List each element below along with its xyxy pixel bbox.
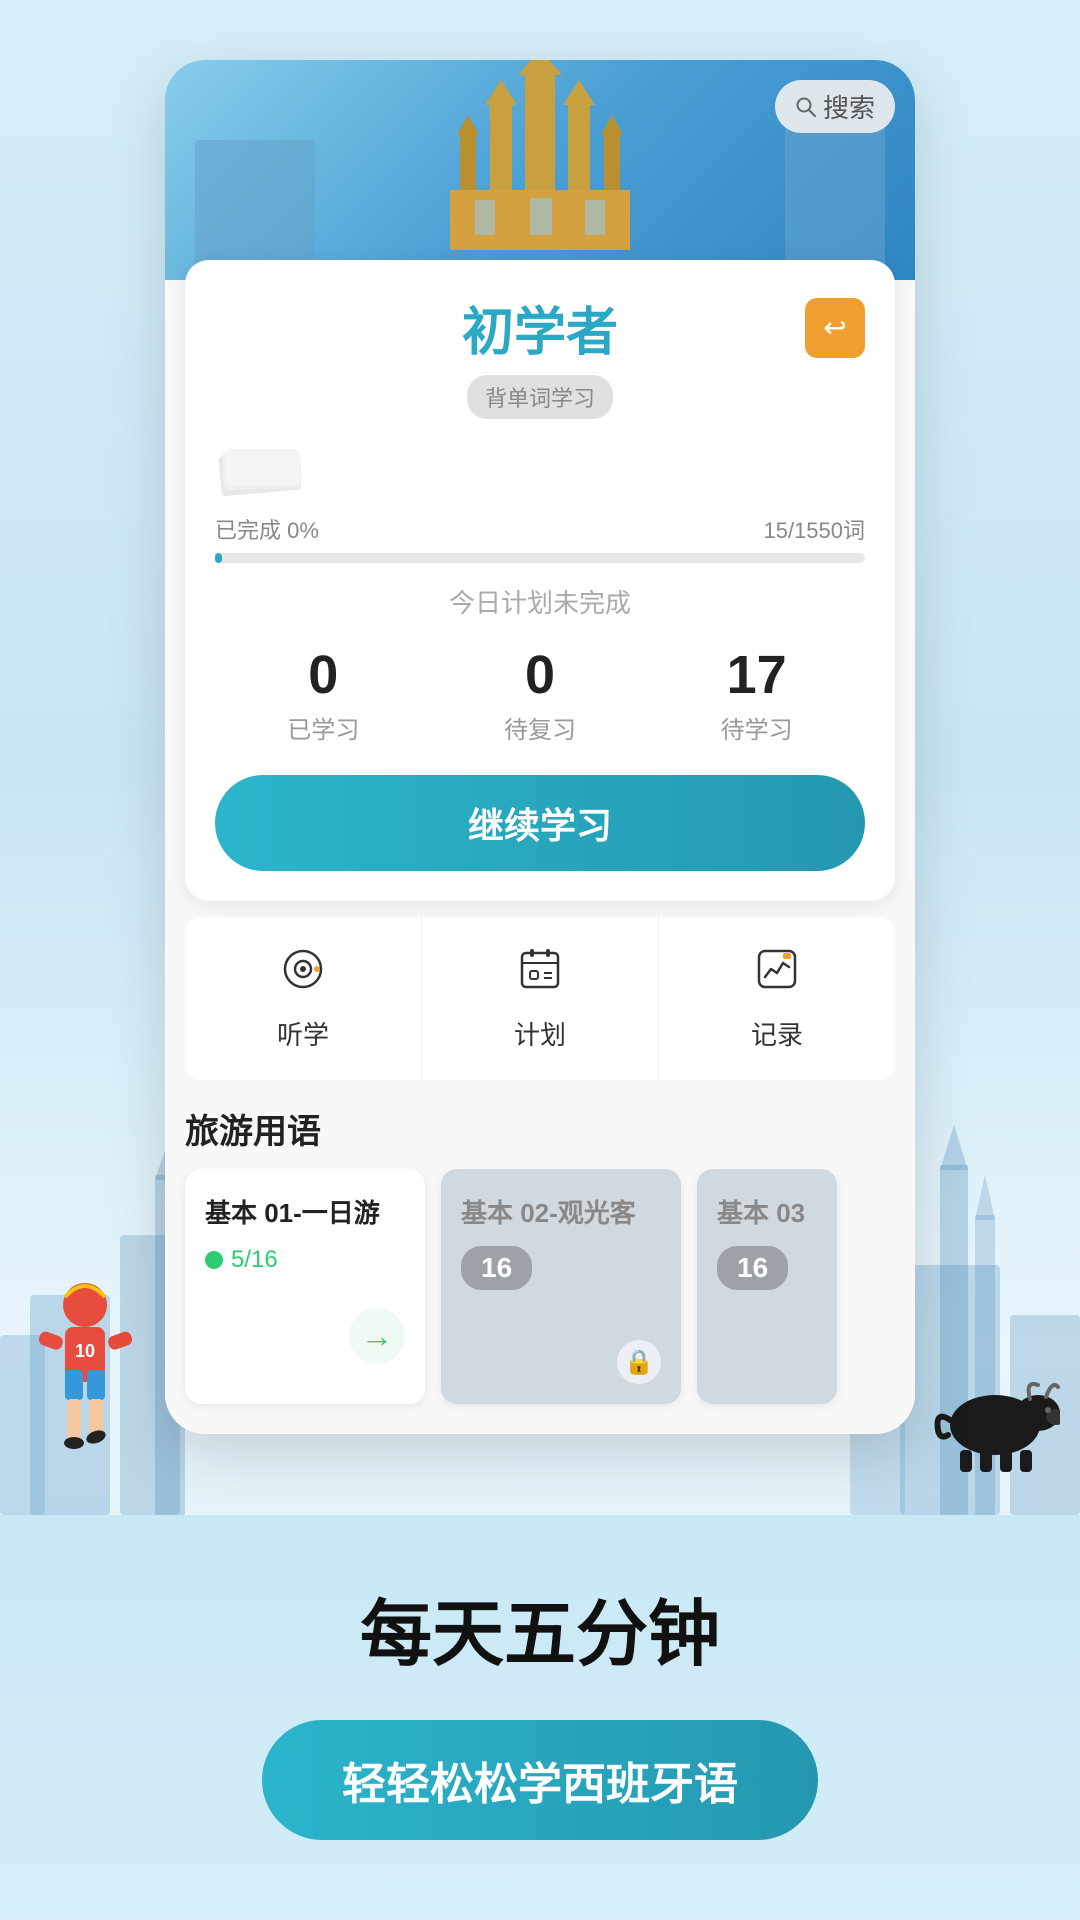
- stat-review-label: 待复习: [504, 710, 576, 745]
- cathedral-icon: [400, 60, 680, 260]
- lesson-lock-area-1: 🔒: [441, 1330, 681, 1404]
- hero-image: 搜索: [165, 60, 915, 280]
- stats-row: 0 已学习 0 待复习 17 待学习: [215, 644, 865, 745]
- progress-section: 已完成 0% 15/1550词: [215, 513, 865, 563]
- soccer-player-icon: 10: [20, 1275, 150, 1475]
- lesson-count-2: 16: [461, 1246, 661, 1306]
- stat-pending-number: 17: [721, 644, 793, 706]
- main-tagline: 每天五分钟: [360, 1575, 720, 1680]
- card-header: 初学者 ↩: [215, 290, 865, 365]
- menu-label-plan: 计划: [514, 1015, 566, 1052]
- lock-icon-1: 🔒: [617, 1340, 661, 1384]
- today-plan: 今日计划未完成: [215, 583, 865, 620]
- lesson-card-title-3: 基本 03: [717, 1193, 817, 1230]
- stat-learned: 0 已学习: [287, 644, 359, 745]
- lesson-card-locked-1: 基本 02-观光客 16 🔒: [441, 1169, 681, 1404]
- book-icon: [215, 443, 305, 498]
- progress-completed: 已完成 0%: [215, 513, 319, 545]
- progress-total: 15/1550词: [763, 513, 865, 545]
- stat-review: 0 待复习: [504, 644, 576, 745]
- side-building-right: [785, 120, 885, 280]
- search-icon: [795, 96, 817, 118]
- side-building-left: [195, 140, 315, 280]
- lesson-card-active[interactable]: 基本 01-一日游 5/16 →: [185, 1169, 425, 1404]
- menu-item-listen[interactable]: 听学: [185, 917, 422, 1080]
- vocab-badge: 背单词学习: [467, 375, 613, 419]
- back-button[interactable]: ↩: [805, 298, 865, 358]
- bottom-section: 每天五分钟 轻轻松松学西班牙语: [0, 1515, 1080, 1920]
- lesson-card-locked-2: 基本 03 16: [697, 1169, 837, 1404]
- progress-labels: 已完成 0% 15/1550词: [215, 513, 865, 545]
- menu-label-listen: 听学: [277, 1015, 329, 1052]
- stat-pending: 17 待学习: [721, 644, 793, 745]
- main-content: 初学者 ↩ 背单词学习: [165, 260, 915, 1434]
- phone-area: 10: [0, 0, 1080, 1515]
- progress-dot: [205, 1251, 223, 1269]
- stat-learned-number: 0: [287, 644, 359, 706]
- search-label: 搜索: [823, 88, 875, 125]
- lessons-row: 基本 01-一日游 5/16 → 基本 02-观光客: [165, 1169, 915, 1434]
- progress-bar: [215, 553, 865, 563]
- plan-icon: [516, 945, 564, 1005]
- lesson-arrow-area: →: [185, 1298, 425, 1384]
- lesson-arrow-button[interactable]: →: [349, 1308, 405, 1364]
- bull-icon: [930, 1355, 1060, 1475]
- icon-menu: 听学 计划: [185, 917, 895, 1080]
- back-icon: ↩: [823, 311, 846, 344]
- lesson-card-title-2: 基本 02-观光客: [461, 1193, 661, 1230]
- lesson-progress-1: 5/16: [205, 1246, 405, 1274]
- search-button[interactable]: 搜索: [775, 80, 895, 133]
- menu-item-record[interactable]: 记录: [659, 917, 895, 1080]
- learning-card: 初学者 ↩ 背单词学习: [185, 260, 895, 901]
- lesson-count-3: 16: [717, 1246, 817, 1306]
- sub-tagline-button[interactable]: 轻轻松松学西班牙语: [262, 1720, 818, 1840]
- lesson-card-title-1: 基本 01-一日游: [205, 1193, 405, 1230]
- progress-fill: [215, 553, 222, 563]
- menu-label-record: 记录: [751, 1015, 803, 1052]
- stat-learned-label: 已学习: [287, 710, 359, 745]
- record-icon: [753, 945, 801, 1005]
- listen-icon: [279, 945, 327, 1005]
- card-title: 初学者: [462, 290, 618, 365]
- lesson-progress-text-1: 5/16: [231, 1246, 278, 1274]
- svg-text:10: 10: [75, 1341, 95, 1361]
- section-title: 旅游用语: [185, 1104, 895, 1153]
- phone-card: 搜索 初学者 ↩ 背单词学习: [165, 60, 915, 1434]
- stat-review-number: 0: [504, 644, 576, 706]
- continue-button[interactable]: 继续学习: [215, 775, 865, 871]
- menu-item-plan[interactable]: 计划: [422, 917, 659, 1080]
- stat-pending-label: 待学习: [721, 710, 793, 745]
